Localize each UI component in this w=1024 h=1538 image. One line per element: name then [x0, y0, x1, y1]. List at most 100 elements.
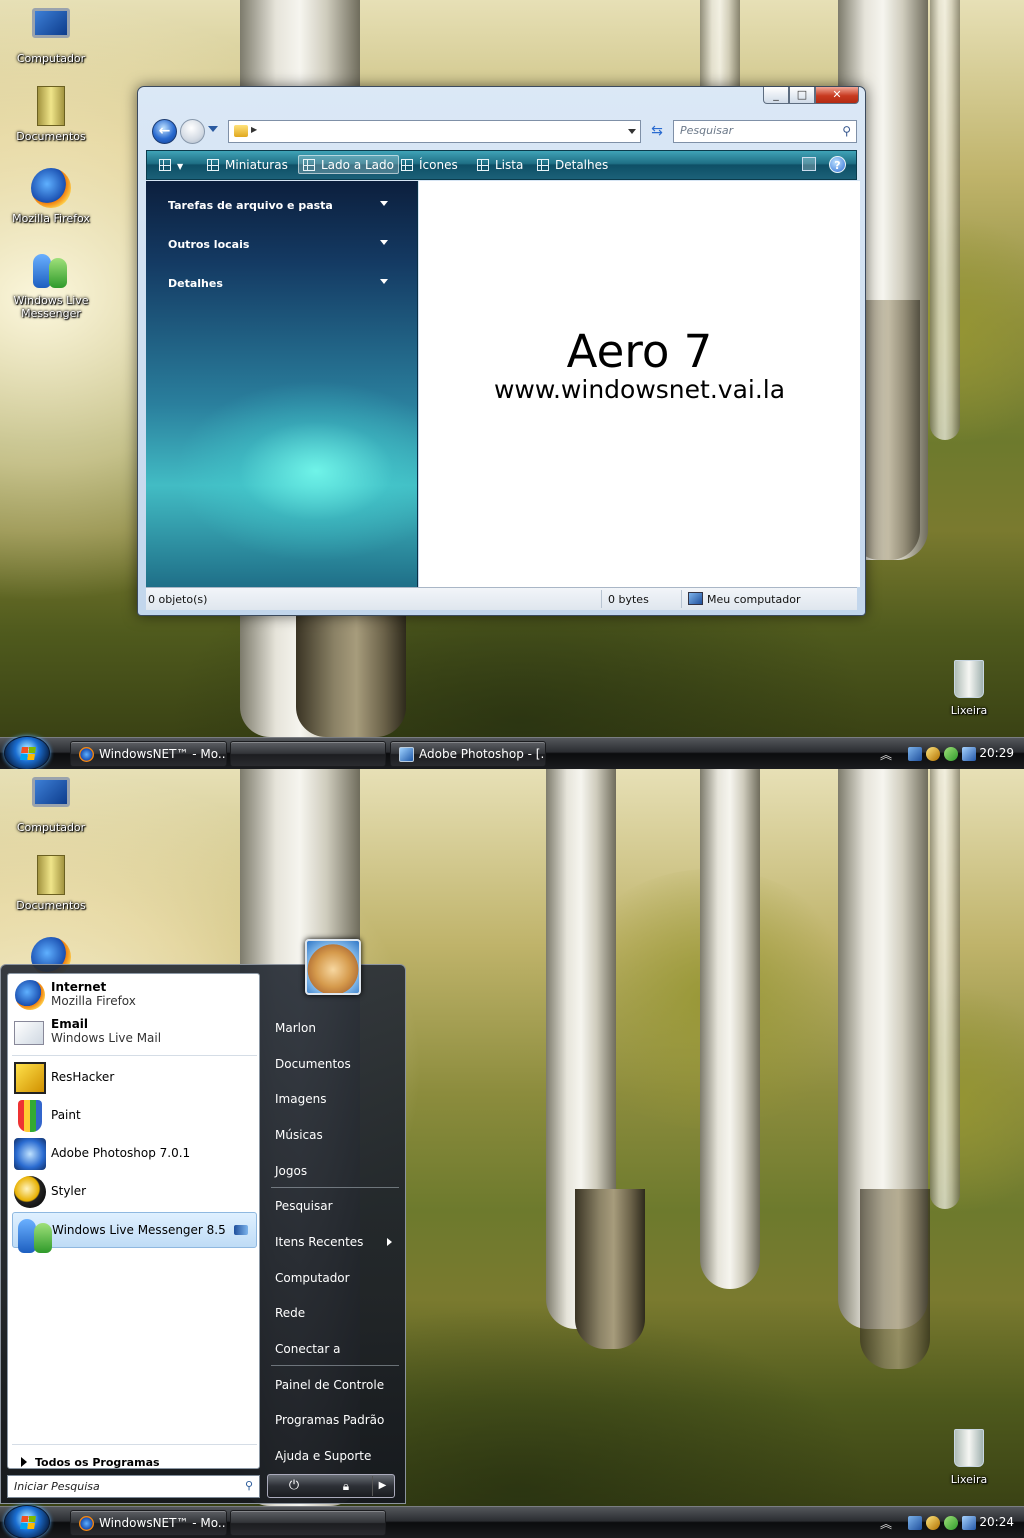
start-item-conectar[interactable]: Conectar a	[275, 1342, 340, 1356]
taskbar-button-windowsnet[interactable]: WindowsNET™ - Mo...	[70, 1510, 227, 1536]
view-detalhes-button[interactable]: Detalhes	[537, 156, 608, 175]
lock-icon[interactable]: 🔒︎	[326, 1476, 366, 1496]
recent-messenger[interactable]: Windows Live Messenger 8.5	[12, 1212, 257, 1253]
layout-button[interactable]	[802, 157, 816, 171]
close-button[interactable]: ✕	[815, 87, 859, 104]
recent-photoshop[interactable]: Adobe Photoshop 7.0.1	[12, 1136, 257, 1172]
start-item-itens-recentes[interactable]: Itens Recentes	[275, 1235, 395, 1249]
recent-pages-dropdown[interactable]	[208, 126, 218, 132]
recycle-bin-icon	[948, 660, 990, 702]
start-item-ajuda[interactable]: Ajuda e Suporte	[275, 1449, 371, 1463]
taskbar-button-windowsnet[interactable]: WindowsNET™ - Mo...	[70, 741, 227, 767]
start-item-documentos[interactable]: Documentos	[275, 1057, 351, 1071]
back-button[interactable]: ←	[152, 119, 177, 144]
task-pane: Tarefas de arquivo e pasta Outros locais…	[146, 181, 418, 587]
start-menu: Internet Mozilla Firefox Email Windows L…	[0, 939, 406, 1504]
search-icon[interactable]: ⚲	[842, 124, 851, 138]
monitor-icon[interactable]	[908, 747, 922, 761]
desktop-icon-documents[interactable]: Documentos	[6, 855, 96, 912]
address-bar[interactable]: ▶	[228, 120, 641, 143]
paint-icon	[18, 1100, 42, 1132]
organize-button[interactable]: ▼	[159, 156, 193, 175]
recent-paint[interactable]: Paint	[12, 1098, 257, 1134]
network-icon[interactable]	[962, 1516, 976, 1530]
program-title: Adobe Photoshop 7.0.1	[51, 1146, 191, 1160]
pinned-internet[interactable]: Internet Mozilla Firefox	[12, 978, 257, 1014]
task-section-other-places[interactable]: Outros locais	[168, 238, 388, 251]
taskbar-button-blank[interactable]	[230, 1510, 386, 1536]
user-avatar[interactable]	[305, 939, 361, 995]
documents-icon	[30, 86, 72, 128]
styler-icon[interactable]	[926, 747, 940, 761]
search-input[interactable]: Pesquisar ⚲	[673, 120, 857, 143]
tree-trunk	[296, 600, 406, 737]
start-item-musicas[interactable]: Músicas	[275, 1128, 323, 1142]
start-item-rede[interactable]: Rede	[275, 1306, 305, 1320]
messenger-icon[interactable]	[944, 747, 958, 761]
pin-icon[interactable]	[234, 1225, 248, 1235]
clock[interactable]: 20:29	[979, 746, 1014, 760]
styler-icon[interactable]	[926, 1516, 940, 1530]
desktop-icon-recycle-bin[interactable]: Lixeira	[924, 1429, 1014, 1486]
computer-icon	[30, 8, 72, 50]
maximize-button[interactable]: □	[789, 87, 815, 104]
start-search-input[interactable]: Iniciar Pesquisa ⚲	[7, 1475, 260, 1498]
recycle-bin-icon	[948, 1429, 990, 1471]
minimize-button[interactable]: _	[763, 87, 789, 104]
desktop-screenshot-top: Computador Documentos Mozilla Firefox Wi…	[0, 0, 1024, 769]
start-item-user[interactable]: Marlon	[275, 1021, 316, 1035]
folder-icon	[234, 125, 248, 137]
start-item-imagens[interactable]: Imagens	[275, 1092, 326, 1106]
messenger-icon[interactable]	[944, 1516, 958, 1530]
clock[interactable]: 20:24	[979, 1515, 1014, 1529]
address-dropdown-icon[interactable]	[628, 129, 636, 134]
task-section-file-folder[interactable]: Tarefas de arquivo e pasta	[168, 199, 388, 212]
start-orb-button[interactable]	[4, 736, 50, 769]
view-lado-a-lado-button[interactable]: Lado a Lado	[298, 155, 399, 174]
view-label: Miniaturas	[225, 158, 288, 172]
task-section-details[interactable]: Detalhes	[168, 277, 388, 290]
breadcrumb-arrow-icon[interactable]: ▶	[251, 125, 257, 134]
help-button[interactable]: ?	[829, 156, 846, 173]
start-item-pesquisar[interactable]: Pesquisar	[275, 1199, 333, 1213]
photoshop-icon	[399, 747, 414, 762]
desktop-icon-computer[interactable]: Computador	[6, 773, 96, 834]
recent-styler[interactable]: Styler	[12, 1174, 257, 1210]
power-icon[interactable]: ⏻	[274, 1476, 314, 1496]
forward-button[interactable]	[180, 119, 205, 144]
desktop-icon-messenger[interactable]: Windows Live Messenger	[6, 250, 96, 320]
file-list-area[interactable]: Aero 7 www.windowsnet.vai.la	[419, 181, 860, 587]
start-item-painel-de-controle[interactable]: Painel de Controle	[275, 1378, 384, 1392]
view-miniaturas-button[interactable]: Miniaturas	[207, 156, 288, 175]
network-icon[interactable]	[962, 747, 976, 761]
start-item-programas-padrao[interactable]: Programas Padrão	[275, 1413, 384, 1427]
desktop-icon-computer[interactable]: Computador	[6, 4, 96, 65]
refresh-button[interactable]: ⇆	[646, 120, 668, 143]
taskbar-button-blank[interactable]	[230, 741, 386, 767]
desktop-icon-recycle-bin[interactable]: Lixeira	[924, 660, 1014, 717]
desktop-icon-documents[interactable]: Documentos	[6, 86, 96, 143]
chevron-down-icon	[380, 240, 388, 245]
program-title: Windows Live Messenger 8.5	[52, 1223, 226, 1237]
start-item-computador[interactable]: Computador	[275, 1271, 350, 1285]
pinned-email[interactable]: Email Windows Live Mail	[12, 1015, 257, 1051]
show-hidden-icons-icon[interactable]: ︽	[880, 1515, 892, 1532]
desktop-icon-firefox[interactable]: Mozilla Firefox	[6, 168, 96, 225]
view-lista-button[interactable]: Lista	[477, 156, 523, 175]
messenger-icon	[15, 1215, 52, 1253]
taskbar-button-label: WindowsNET™ - Mo...	[99, 1516, 227, 1530]
icons-view-icon	[401, 159, 413, 171]
messenger-icon	[30, 250, 72, 292]
all-programs-button[interactable]: Todos os Programas	[21, 1456, 160, 1469]
monitor-icon[interactable]	[908, 1516, 922, 1530]
chevron-right-icon	[387, 1238, 392, 1246]
view-icones-button[interactable]: Ícones	[401, 156, 458, 175]
show-hidden-icons-icon[interactable]: ︽	[880, 746, 892, 763]
start-item-jogos[interactable]: Jogos	[275, 1164, 307, 1178]
taskbar-button-photoshop[interactable]: Adobe Photoshop - [...	[390, 741, 546, 767]
shutdown-options-arrow-icon[interactable]: ▶	[372, 1476, 392, 1496]
power-buttons: ⏻ 🔒︎ ▶	[267, 1474, 395, 1498]
recent-reshacker[interactable]: ResHacker	[12, 1060, 257, 1096]
search-icon[interactable]: ⚲	[245, 1479, 253, 1492]
start-orb-button[interactable]	[4, 1505, 50, 1538]
